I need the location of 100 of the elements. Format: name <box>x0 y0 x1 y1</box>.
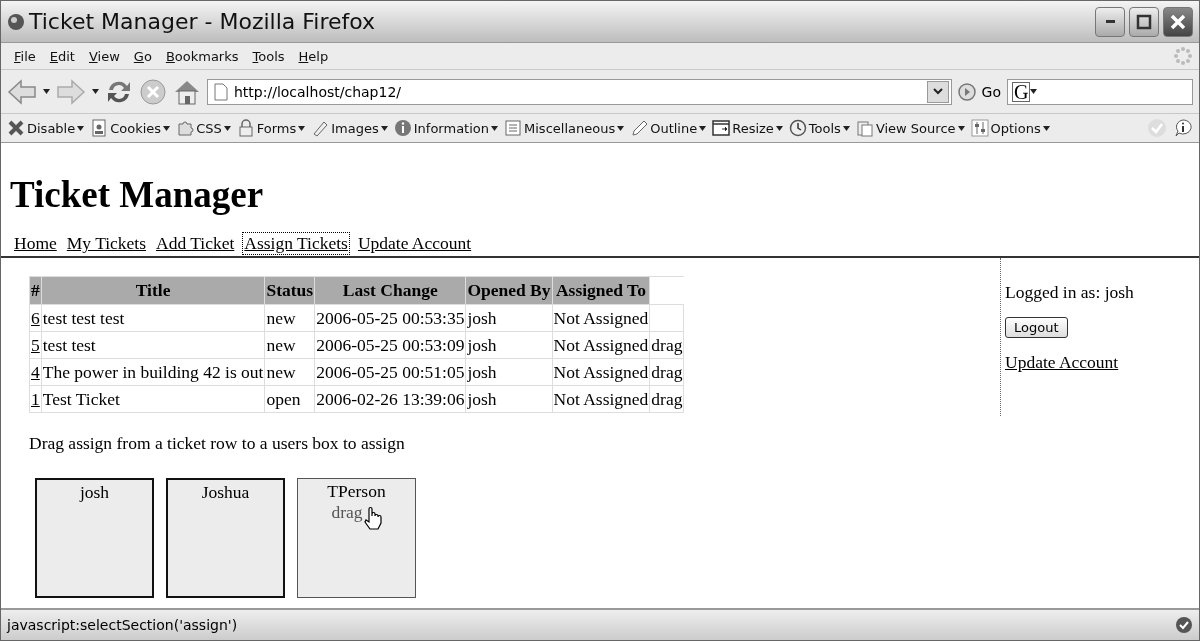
caret-icon[interactable] <box>163 125 171 131</box>
logout-button[interactable]: Logout <box>1005 317 1068 338</box>
toolbar-menu[interactable]: Forms <box>256 120 297 136</box>
column-header: Opened By <box>465 276 553 305</box>
go-icon[interactable] <box>957 82 976 101</box>
table-cell: Not Assigned <box>552 331 650 359</box>
toolbar-menu[interactable]: Disable <box>27 120 76 136</box>
table-cell: open <box>264 385 315 413</box>
status-text: javascript:selectSection('assign') <box>7 617 239 633</box>
nav-link[interactable]: Home <box>12 232 59 255</box>
toolbar-menu[interactable]: Images <box>331 120 379 136</box>
info-icon <box>1173 118 1193 138</box>
column-header: Last Change <box>314 276 466 305</box>
minimize-icon <box>1105 20 1115 23</box>
table-cell: test test <box>41 331 265 359</box>
clipboard-icon <box>855 119 874 137</box>
caret-icon[interactable] <box>1042 125 1050 131</box>
update-account-link[interactable]: Update Account <box>1005 352 1119 373</box>
caret-icon[interactable] <box>1030 89 1038 94</box>
nav-link[interactable]: Assign Tickets <box>242 232 350 255</box>
column-header: Title <box>41 276 265 305</box>
column-header: Assigned To <box>552 276 650 305</box>
maximize-icon <box>1136 13 1152 30</box>
hand-cursor-icon <box>363 506 382 530</box>
caret-icon[interactable] <box>223 125 231 131</box>
chevron-icon <box>932 88 943 95</box>
security-check-icon <box>1175 616 1193 634</box>
search-field[interactable]: G <box>1007 78 1193 105</box>
drag-handle[interactable]: drag <box>649 358 684 386</box>
user-name: Joshua <box>201 482 250 503</box>
toolbar-menu[interactable]: Resize <box>732 120 774 136</box>
nav-link[interactable]: Add Ticket <box>154 232 237 255</box>
page-heading: Ticket Manager <box>10 173 265 216</box>
caret-icon[interactable] <box>491 125 499 131</box>
table-cell: 2006-05-25 00:53:09 <box>314 331 466 359</box>
menu-item[interactable]: View <box>81 48 127 64</box>
address-field[interactable]: http://localhost/chap12/ <box>207 78 952 105</box>
table-cell: new <box>264 358 315 386</box>
caret-icon[interactable] <box>298 125 306 131</box>
list-icon <box>504 119 523 137</box>
menu-item[interactable]: Edit <box>42 48 82 64</box>
x-icon <box>7 119 25 137</box>
maximize-button[interactable] <box>1129 6 1159 37</box>
menu-item[interactable]: Help <box>291 48 336 64</box>
user-drop-box[interactable]: Joshua <box>166 478 285 598</box>
search-engine-logo[interactable]: G <box>1012 81 1031 102</box>
table-cell: josh <box>465 385 553 413</box>
globe-icon <box>7 12 25 31</box>
clock-icon <box>788 119 807 137</box>
caret-icon[interactable] <box>699 125 707 131</box>
toolbar-menu[interactable]: View Source <box>875 120 956 136</box>
table-cell: josh <box>465 331 553 359</box>
table-cell: Test Ticket <box>41 385 265 413</box>
menu-item[interactable]: Go <box>126 48 159 64</box>
table-cell: josh <box>465 358 553 386</box>
brush-icon <box>311 119 330 137</box>
caret-icon[interactable] <box>92 89 99 94</box>
drag-handle[interactable]: drag <box>649 385 684 413</box>
menu-item[interactable]: File <box>7 48 43 64</box>
caret-icon[interactable] <box>380 125 388 131</box>
caret-icon[interactable] <box>617 125 625 131</box>
caret-icon[interactable] <box>77 125 85 131</box>
lock-icon <box>236 119 255 137</box>
toolbar-menu[interactable]: Outline <box>650 120 698 136</box>
caret-icon[interactable] <box>957 125 965 131</box>
instructions: Drag assign from a ticket row to a users box to assign <box>29 433 406 454</box>
table-cell: josh <box>465 304 553 332</box>
menu-item[interactable]: Tools <box>245 48 292 64</box>
table-cell: Not Assigned <box>552 385 650 413</box>
nav-link[interactable]: My Tickets <box>64 232 149 255</box>
toolbar-menu[interactable]: Miscellaneous <box>524 120 616 136</box>
drag-handle[interactable]: drag <box>649 331 684 359</box>
menu-item[interactable]: Bookmarks <box>158 48 246 64</box>
close-icon <box>1169 12 1187 31</box>
nav-link[interactable]: Update Account <box>355 232 474 255</box>
caret-icon[interactable] <box>43 89 50 94</box>
column-header: Status <box>264 276 315 305</box>
dropdown-button[interactable] <box>926 80 949 103</box>
close-button[interactable] <box>1163 6 1193 37</box>
table-cell: new <box>264 331 315 359</box>
toolbar-menu[interactable]: Cookies <box>110 120 162 136</box>
user-name: TPerson <box>327 481 386 502</box>
throbber-icon <box>1173 46 1193 66</box>
table-cell: test test test <box>41 304 265 332</box>
sliders-icon <box>970 119 989 137</box>
column-header: # <box>29 276 42 305</box>
minimize-button[interactable] <box>1095 6 1125 37</box>
toolbar-menu[interactable]: Tools <box>808 120 841 136</box>
window-icon <box>712 119 731 137</box>
back-icon[interactable] <box>7 78 37 105</box>
info-icon <box>393 119 412 137</box>
caret-icon[interactable] <box>842 125 850 131</box>
toolbar-menu[interactable]: CSS <box>196 120 222 136</box>
user-drop-box[interactable]: TPerson drag <box>297 478 416 598</box>
caret-icon[interactable] <box>775 125 783 131</box>
toolbar-menu[interactable]: Options <box>990 120 1041 136</box>
toolbar-menu[interactable]: Information <box>413 120 490 136</box>
login-status: Logged in as: josh <box>1005 282 1134 303</box>
user-drop-box[interactable]: josh <box>35 478 154 598</box>
go-button[interactable]: Go <box>981 83 1001 100</box>
